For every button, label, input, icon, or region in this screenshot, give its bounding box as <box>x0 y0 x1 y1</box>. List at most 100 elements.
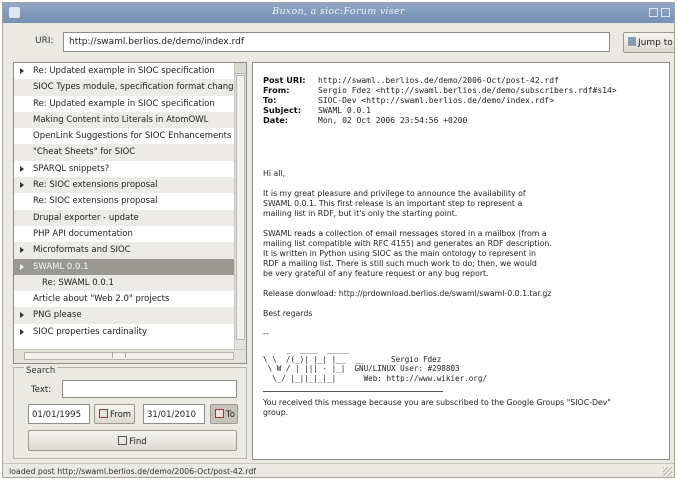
text-line: \ W / | ||| - |_| GNU/LINUX User: #29880… <box>263 364 460 373</box>
horizontal-scroll-thumb[interactable] <box>24 352 234 360</box>
header-key: Post URI: <box>263 75 306 85</box>
header-key: Subject: <box>263 105 301 115</box>
text-line: _ ____ _____ <box>263 345 350 354</box>
thread-title: Re: SIOC extensions proposal <box>33 196 158 207</box>
text-line: SWAML reads a collection of email messag… <box>263 229 547 238</box>
text-label: Text: <box>31 385 52 395</box>
uri-label: URI: <box>35 36 54 46</box>
thread-row[interactable]: SPARQL snippets? <box>14 161 236 177</box>
header-value: SWAML 0.0.1 <box>318 106 371 115</box>
thread-title: Drupal exporter - update <box>33 212 139 223</box>
thread-row[interactable]: OpenLink Suggestions for SIOC Enhancemen… <box>14 128 236 144</box>
text-line: mailing list in RDF, but it's only the s… <box>263 209 458 218</box>
search-legend: Search <box>24 366 58 376</box>
search-panel: Search Text: 01/01/1995 From 31/01/2010 … <box>13 366 247 459</box>
scroll-up-arrow[interactable] <box>235 63 246 74</box>
expand-arrow-icon[interactable] <box>20 247 24 254</box>
expand-arrow-icon[interactable] <box>20 68 24 74</box>
thread-title: Re: Updated example in SIOC specificatio… <box>33 98 215 109</box>
expand-arrow-icon[interactable] <box>20 312 24 319</box>
from-date-button[interactable]: From <box>94 404 135 424</box>
thread-title: Re: SWAML 0.0.1 <box>42 277 114 288</box>
to-button-label: To <box>226 410 235 420</box>
thread-list[interactable]: Re: Updated example in SIOC specificatio… <box>13 62 247 364</box>
to-date-button[interactable]: To <box>210 404 238 424</box>
header-key: From: <box>263 85 290 95</box>
message-view[interactable]: Post URI: http://swaml..berlios.de/demo/2… <box>252 62 670 460</box>
search-text-input[interactable] <box>62 380 237 398</box>
download-line: Release donwload: http://prdownload.berl… <box>263 289 552 298</box>
thread-row[interactable]: Re: SIOC extensions proposal <box>14 193 236 209</box>
header-value: SIOC-Dev <http://swaml.berlios.de/demo/i… <box>318 96 555 105</box>
expand-arrow-icon[interactable] <box>20 328 24 335</box>
thread-rows: Re: Updated example in SIOC specificatio… <box>14 63 236 349</box>
expand-arrow-icon[interactable] <box>20 263 24 270</box>
minimize-icon[interactable] <box>649 8 658 17</box>
jump-to-button[interactable]: Jump to <box>623 32 674 53</box>
expand-arrow-icon[interactable] <box>20 165 24 172</box>
paragraph-announce: It is my great pleasure and privilege to… <box>263 189 653 219</box>
thread-title: Article about "Web 2.0" projects <box>33 294 170 305</box>
header-row: Date: Mon, 02 Oct 2006 23:54:56 +0200 <box>263 115 617 125</box>
thread-row[interactable]: Re: SIOC extensions proposal <box>14 177 236 194</box>
thread-row[interactable]: Re: Updated example in SIOC specificatio… <box>14 96 236 112</box>
jump-to-label: Jump to <box>638 38 673 48</box>
status-bar: loaded post http://swaml.berlios.de/demo… <box>3 463 674 477</box>
thread-title: SPARQL snippets? <box>33 163 110 174</box>
thread-row[interactable]: Microformats and SIOC <box>14 242 236 259</box>
expand-arrow-icon[interactable] <box>20 182 24 189</box>
thread-title: Making Content into Literals in AtomOWL <box>33 114 209 125</box>
find-button-label: Find <box>129 437 147 447</box>
thread-row[interactable]: Drupal exporter - update <box>14 209 236 226</box>
url-row: URI: Jump to <box>3 27 674 57</box>
calendar-icon <box>215 409 224 418</box>
close-icon[interactable] <box>661 8 670 17</box>
text-line: RDF a mailing list. There is still such … <box>263 259 537 268</box>
thread-row[interactable]: Re: Updated example in SIOC specificatio… <box>14 63 236 79</box>
uri-input[interactable] <box>63 32 610 52</box>
text-line: be very grateful of any feature request … <box>263 269 489 278</box>
paragraph-description: SWAML reads a collection of email messag… <box>263 229 653 279</box>
title-bar[interactable]: Buxon, a sioc:Forum viser <box>3 3 674 23</box>
find-button[interactable]: Find <box>28 430 237 451</box>
thread-title: PHP API documentation <box>33 228 133 239</box>
thread-row[interactable]: SIOC Types module, specification format … <box>14 79 236 96</box>
text-line: You received this message because you ar… <box>263 398 611 407</box>
vertical-scroll-thumb[interactable] <box>236 75 245 340</box>
vertical-scrollbar[interactable] <box>234 63 246 349</box>
thread-row[interactable]: "Cheat Sheets" for SIOC <box>14 144 236 161</box>
horizontal-scrollbar[interactable] <box>14 349 246 363</box>
greeting: Hi all, <box>263 169 286 178</box>
thread-title: Re: SIOC extensions proposal <box>33 180 158 191</box>
thread-row[interactable]: PHP API documentation <box>14 226 236 242</box>
header-row: To: SIOC-Dev <http://swaml.berlios.de/dem… <box>263 95 617 105</box>
text-line: It is written in Python using SIOC as th… <box>263 249 536 258</box>
signature-block: _ ____ _____ \ \ /(_)| |_| |__ __ Sergio … <box>263 345 653 383</box>
thread-title: SWAML 0.0.1 <box>33 261 89 272</box>
thread-title: SIOC properties cardinality <box>33 326 147 337</box>
header-value: http://swaml..berlios.de/demo/2006-Oct/p… <box>318 76 559 85</box>
from-date-input[interactable]: 01/01/1995 <box>28 404 90 424</box>
resize-grip[interactable] <box>663 467 672 476</box>
scroll-grip <box>112 352 126 358</box>
thread-row[interactable]: SIOC properties cardinality <box>14 324 236 340</box>
thread-row[interactable]: Re: SWAML 0.0.1 <box>14 274 236 292</box>
main-window: Buxon, a sioc:Forum viser URI: Jump to R… <box>2 2 675 478</box>
thread-row[interactable]: SWAML 0.0.1 <box>14 258 236 275</box>
header-value: Mon, 02 Oct 2006 23:54:56 +0200 <box>318 116 468 125</box>
text-line: group. <box>263 408 289 417</box>
list-footer: You received this message because you ar… <box>263 398 653 418</box>
thread-row[interactable]: PNG please <box>14 307 236 324</box>
thread-row[interactable]: Article about "Web 2.0" projects <box>14 291 236 307</box>
status-text: loaded post http://swaml.berlios.de/demo… <box>9 467 257 476</box>
calendar-icon <box>99 409 108 418</box>
to-date-input[interactable]: 31/01/2010 <box>143 404 205 424</box>
header-key: Date: <box>263 115 289 125</box>
thread-title: Microformats and SIOC <box>33 245 131 256</box>
message-headers: Post URI: http://swaml..berlios.de/demo/2… <box>263 75 617 125</box>
footer-divider <box>263 391 443 392</box>
thread-row[interactable]: Making Content into Literals in AtomOWL <box>14 111 236 129</box>
header-row: Post URI: http://swaml..berlios.de/demo/2… <box>263 75 617 85</box>
regards: Best regards <box>263 309 313 318</box>
message-body: Hi all, It is my great pleasure and priv… <box>263 169 653 418</box>
